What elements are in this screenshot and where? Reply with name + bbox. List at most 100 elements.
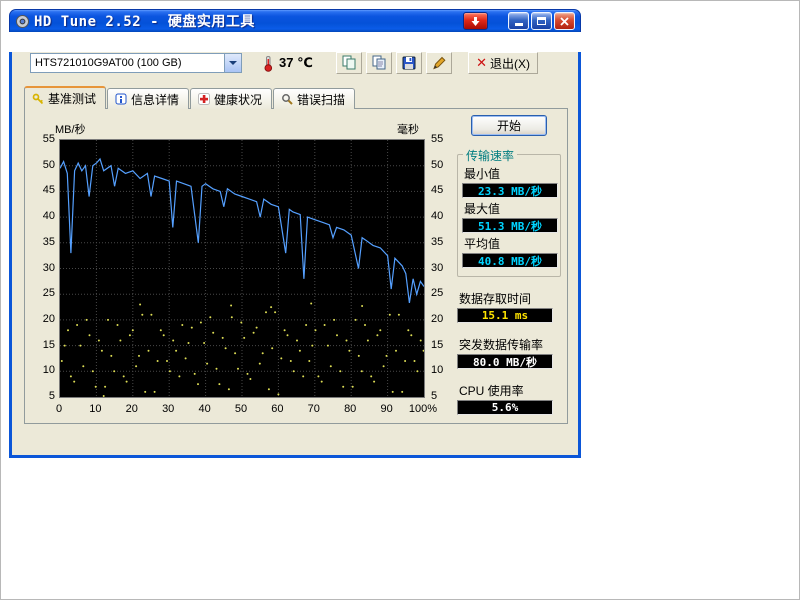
stat-access-time: 数据存取时间 15.1 ms [457, 293, 561, 323]
stat-maximum: 最大值 51.3 MB/秒 [462, 203, 556, 233]
minimize-button[interactable] [508, 12, 529, 30]
benchmark-plot [59, 139, 425, 398]
benchmark-chart [60, 140, 424, 397]
options-button[interactable] [426, 52, 452, 74]
copy-pages-icon [371, 55, 387, 71]
benchmark-stats: 开始 传输速率 最小值 23.3 MB/秒 最大值 51.3 MB/秒 平均值 [457, 115, 561, 415]
y-axis-tick-left: 5 [27, 390, 55, 402]
titlebar[interactable]: HD Tune 2.52 - 硬盘实用工具 [9, 9, 581, 32]
stat-minimum: 最小值 23.3 MB/秒 [462, 168, 556, 198]
y-axis-tick-right: 30 [431, 262, 455, 274]
maximize-icon [537, 17, 546, 25]
stat-label: CPU 使用率 [459, 385, 561, 398]
toolbar-buttons [336, 52, 452, 74]
toolbar: HTS721010G9AT00 (100 GB) 37 ℃ [30, 52, 568, 74]
hdtune-window: HD Tune 2.52 - 硬盘实用工具 HTS721010G9AT00 (1… [9, 9, 581, 458]
x-axis-tick: 100% [409, 403, 437, 415]
exit-x-icon: ✕ [476, 57, 487, 69]
save-screenshot-button[interactable] [396, 52, 422, 74]
transfer-rate-title: 传输速率 [463, 147, 517, 164]
stat-label: 数据存取时间 [459, 293, 561, 306]
x-axis-tick: 0 [56, 403, 62, 415]
tab-bar: 基准测试 信息详情 健康状况 [24, 86, 568, 109]
y-axis-tick-right: 35 [431, 236, 455, 248]
copy-screenshot-button[interactable] [366, 52, 392, 74]
y-axis-tick-right: 40 [431, 210, 455, 222]
copy-info-button[interactable] [336, 52, 362, 74]
x-axis-tick: 50 [235, 403, 247, 415]
y-axis-tick-right: 55 [431, 133, 455, 145]
exit-label: 退出(X) [490, 55, 530, 72]
y-axis-tick-right: 15 [431, 339, 455, 351]
stat-average: 平均值 40.8 MB/秒 [462, 238, 556, 268]
x-axis-tick: 20 [126, 403, 138, 415]
y-axis-tick-left: 30 [27, 262, 55, 274]
x-axis-tick: 30 [162, 403, 174, 415]
stat-label: 最小值 [464, 168, 556, 181]
tab-health[interactable]: 健康状况 [190, 88, 272, 109]
right-axis-title: 毫秒 [397, 121, 419, 137]
stat-cpu-usage: CPU 使用率 5.6% [457, 385, 561, 415]
info-icon [115, 93, 127, 105]
health-cross-icon [198, 93, 210, 105]
tab-info[interactable]: 信息详情 [107, 88, 189, 109]
temperature-value: 37 ℃ [279, 55, 313, 71]
y-axis-tick-left: 15 [27, 339, 55, 351]
window-client-area: HTS721010G9AT00 (100 GB) 37 ℃ [9, 52, 581, 458]
y-axis-tick-right: 20 [431, 313, 455, 325]
chevron-down-icon[interactable] [224, 54, 241, 72]
tab-error-scan[interactable]: 错误扫描 [273, 88, 355, 109]
download-arrow-icon [470, 16, 481, 27]
y-axis-tick-left: 10 [27, 364, 55, 376]
temperature-indicator: 37 ℃ [260, 55, 313, 72]
x-axis-tick: 10 [89, 403, 101, 415]
x-axis-tick: 80 [344, 403, 356, 415]
y-axis-tick-left: 35 [27, 236, 55, 248]
y-axis-tick-right: 5 [431, 390, 455, 402]
y-axis-tick-right: 10 [431, 364, 455, 376]
tab-label: 健康状况 [214, 91, 262, 108]
stat-burst-rate: 突发数据传输率 80.0 MB/秒 [457, 339, 561, 369]
y-axis-tick-right: 25 [431, 287, 455, 299]
y-axis-tick-left: 50 [27, 159, 55, 171]
thermometer-icon [260, 55, 276, 72]
stat-label: 突发数据传输率 [459, 339, 561, 352]
x-axis-tick: 70 [308, 403, 320, 415]
stat-value: 80.0 MB/秒 [457, 354, 553, 369]
x-axis-tick: 90 [380, 403, 392, 415]
maximize-button[interactable] [531, 12, 552, 30]
desktop: HD Tune 2.52 - 硬盘实用工具 HTS721010G9AT00 (1… [0, 0, 800, 600]
tab-label: 基准测试 [48, 90, 96, 107]
window-title: HD Tune 2.52 - 硬盘实用工具 [34, 11, 255, 31]
stat-label: 最大值 [464, 203, 556, 216]
stat-value: 51.3 MB/秒 [462, 218, 558, 233]
update-download-button[interactable] [463, 12, 488, 30]
pencil-icon [431, 55, 447, 71]
y-axis-tick-right: 45 [431, 184, 455, 196]
close-icon [559, 16, 570, 27]
y-axis-tick-left: 45 [27, 184, 55, 196]
y-axis-tick-left: 55 [27, 133, 55, 145]
tab-benchmark[interactable]: 基准测试 [24, 86, 106, 109]
benchmark-panel: MB/秒 毫秒 开始 传输速率 最小值 23.3 MB/秒 [24, 108, 568, 424]
x-axis-tick: 60 [271, 403, 283, 415]
start-button[interactable]: 开始 [471, 115, 547, 136]
y-axis-tick-left: 20 [27, 313, 55, 325]
y-axis-tick-left: 40 [27, 210, 55, 222]
save-floppy-icon [401, 55, 417, 71]
drive-select-value: HTS721010G9AT00 (100 GB) [31, 57, 224, 69]
minimize-icon [515, 23, 523, 26]
drive-select[interactable]: HTS721010G9AT00 (100 GB) [30, 53, 242, 73]
exit-button[interactable]: ✕ 退出(X) [468, 52, 538, 74]
tab-label: 错误扫描 [297, 91, 345, 108]
stat-value: 40.8 MB/秒 [462, 253, 558, 268]
stat-label: 平均值 [464, 238, 556, 251]
magnifier-icon [281, 93, 293, 105]
copy-icon [341, 55, 357, 71]
tab-label: 信息详情 [131, 91, 179, 108]
left-axis-title: MB/秒 [55, 121, 86, 137]
close-button[interactable] [554, 12, 575, 30]
stat-value: 5.6% [457, 400, 553, 415]
stat-value: 15.1 ms [457, 308, 553, 323]
y-axis-tick-right: 50 [431, 159, 455, 171]
